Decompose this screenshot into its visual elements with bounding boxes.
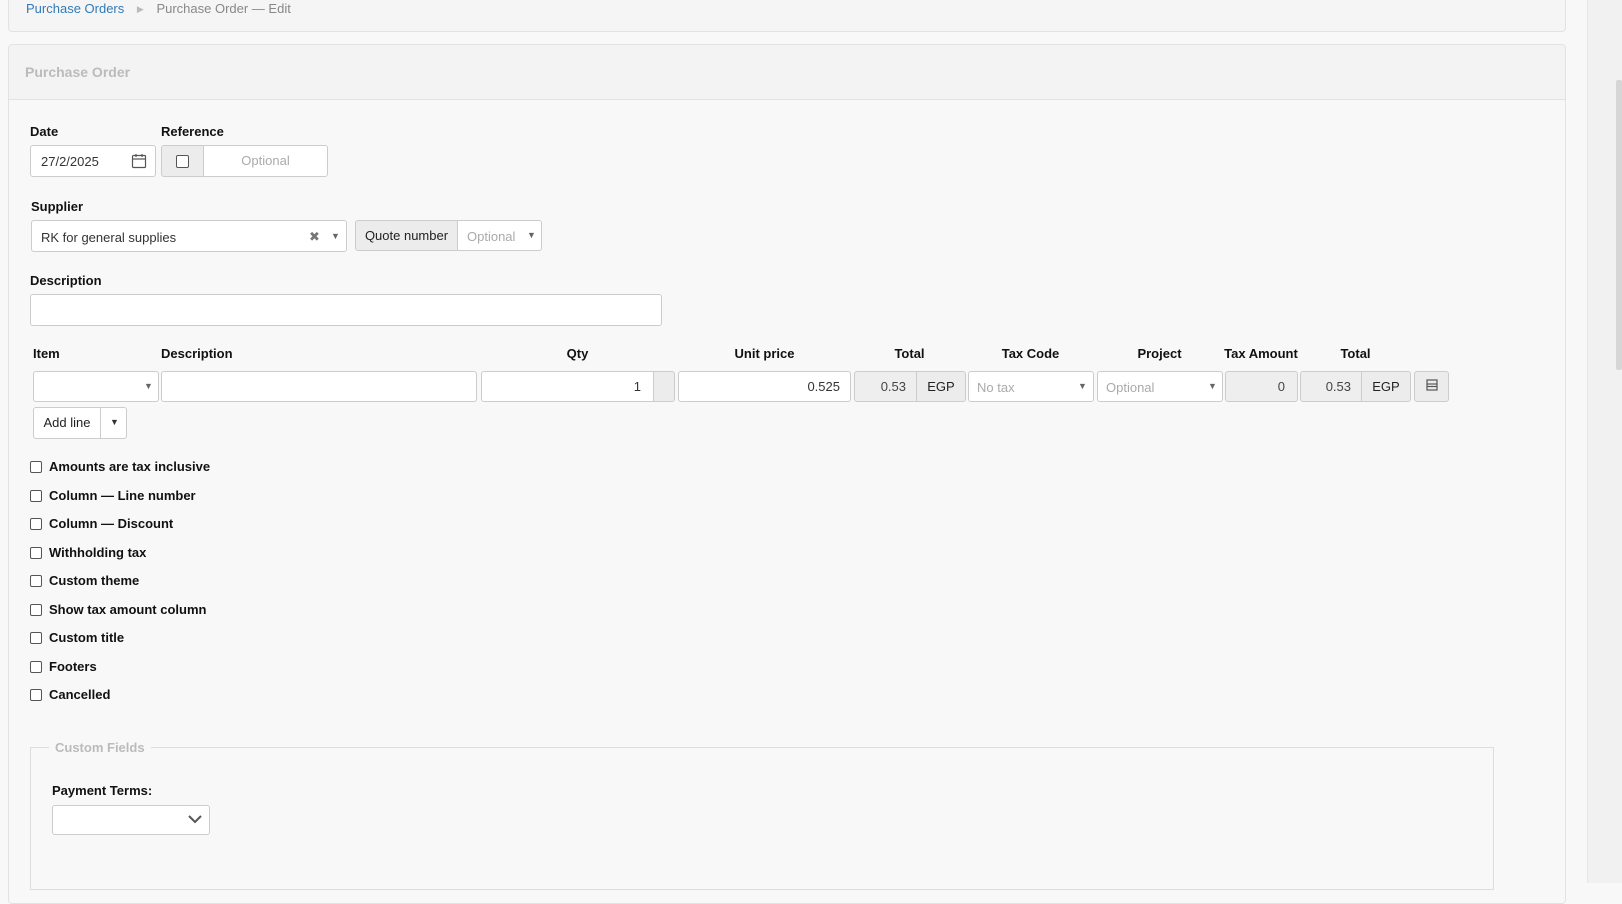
line-project-select[interactable]: Optional ▼	[1097, 371, 1223, 402]
header-tax-amount: Tax Amount	[1224, 346, 1298, 361]
line-tax-amount-value: 0	[1225, 371, 1298, 402]
clear-icon[interactable]: ✖	[309, 229, 320, 245]
option-cancelled[interactable]: Cancelled	[30, 687, 110, 702]
line-currency: EGP	[916, 371, 966, 402]
quote-number-addon: Quote number	[355, 220, 458, 251]
header-total: Total	[894, 346, 925, 361]
quote-number-select[interactable]: Optional ▼	[457, 220, 542, 251]
reference-checkbox[interactable]	[176, 154, 189, 168]
add-line-dropdown-button[interactable]: ▼	[100, 407, 127, 439]
chevron-down-icon: ▼	[331, 231, 340, 241]
payment-terms-select[interactable]	[52, 805, 210, 835]
line-tax-code-value: No tax	[977, 380, 1015, 395]
reference-input[interactable]: Optional	[203, 145, 328, 177]
custom-fields-legend: Custom Fields	[55, 740, 145, 755]
quote-number-placeholder: Optional	[467, 229, 516, 244]
option-custom-title[interactable]: Custom title	[30, 630, 124, 645]
description-input[interactable]	[30, 294, 662, 326]
panel-title: Purchase Order	[25, 64, 131, 80]
custom-fields-fieldset: Custom Fields	[30, 740, 1494, 890]
supplier-select[interactable]: RK for general supplies ✖ ▼	[31, 220, 347, 252]
chevron-down-icon: ▼	[527, 230, 536, 240]
option-withholding-tax[interactable]: Withholding tax	[30, 545, 146, 560]
breadcrumb-current: Purchase Order — Edit	[156, 1, 291, 16]
reference-label: Reference	[161, 124, 224, 139]
supplier-label: Supplier	[31, 199, 84, 214]
date-input[interactable]: 27/2/2025	[30, 145, 156, 177]
reference-checkbox-addon[interactable]	[161, 145, 204, 177]
checkbox[interactable]	[30, 517, 42, 530]
header-total-2: Total	[1340, 346, 1371, 361]
calendar-icon[interactable]	[131, 153, 147, 172]
checkbox[interactable]	[30, 574, 42, 587]
line-description-input[interactable]	[161, 371, 477, 402]
checkbox[interactable]	[30, 546, 42, 559]
scrollbar-thumb[interactable]	[1616, 80, 1622, 370]
description-label: Description	[30, 273, 102, 288]
header-tax-code: Tax Code	[1001, 346, 1060, 361]
checkbox[interactable]	[30, 460, 42, 473]
option-line-number[interactable]: Column — Line number	[30, 488, 196, 503]
list-icon	[1425, 379, 1438, 394]
breadcrumb-separator-icon: ▶	[136, 4, 144, 14]
chevron-down-icon	[187, 811, 203, 830]
chevron-down-icon: ▼	[1078, 381, 1087, 391]
option-footers[interactable]: Footers	[30, 659, 97, 674]
date-value: 27/2/2025	[41, 154, 99, 169]
option-tax-inclusive[interactable]: Amounts are tax inclusive	[30, 459, 210, 474]
line-total-2-value: 0.53	[1300, 371, 1362, 402]
line-qty-input[interactable]: 1	[481, 371, 654, 402]
checkbox[interactable]	[30, 631, 42, 644]
reference-placeholder: Optional	[241, 153, 290, 168]
breadcrumb-bar: Purchase Orders ▶ Purchase Order — Edit	[8, 0, 1566, 32]
checkbox[interactable]	[30, 660, 42, 673]
checkbox[interactable]	[30, 489, 42, 502]
line-qty-addon	[653, 371, 675, 402]
header-item: Item	[33, 346, 60, 361]
breadcrumb: Purchase Orders ▶ Purchase Order — Edit	[26, 1, 291, 16]
line-total-value: 0.53	[854, 371, 917, 402]
option-custom-theme[interactable]: Custom theme	[30, 573, 139, 588]
payment-terms-label: Payment Terms:	[52, 783, 153, 798]
breadcrumb-purchase-orders-link[interactable]: Purchase Orders	[26, 1, 124, 16]
add-line-button[interactable]: Add line	[33, 407, 101, 439]
panel-heading: Purchase Order	[9, 45, 1565, 100]
header-unit-price: Unit price	[734, 346, 795, 361]
scrollbar-track[interactable]	[1587, 0, 1622, 883]
header-project: Project	[1137, 346, 1182, 361]
supplier-value: RK for general supplies	[41, 230, 177, 245]
header-qty: Qty	[566, 346, 589, 361]
checkbox[interactable]	[30, 603, 42, 616]
chevron-down-icon: ▼	[144, 381, 153, 391]
checkbox[interactable]	[30, 688, 42, 701]
chevron-down-icon: ▼	[1208, 381, 1217, 391]
option-discount[interactable]: Column — Discount	[30, 516, 173, 531]
header-description: Description	[161, 346, 233, 361]
line-currency-2: EGP	[1361, 371, 1411, 402]
date-label: Date	[30, 124, 59, 139]
line-menu-button[interactable]	[1414, 371, 1449, 402]
line-tax-code-select[interactable]: No tax ▼	[968, 371, 1094, 402]
line-unit-price-input[interactable]: 0.525	[678, 371, 851, 402]
line-project-value: Optional	[1106, 380, 1155, 395]
caret-down-icon: ▼	[110, 417, 119, 427]
line-item-select[interactable]: ▼	[33, 371, 159, 402]
option-show-tax-amount[interactable]: Show tax amount column	[30, 602, 206, 617]
